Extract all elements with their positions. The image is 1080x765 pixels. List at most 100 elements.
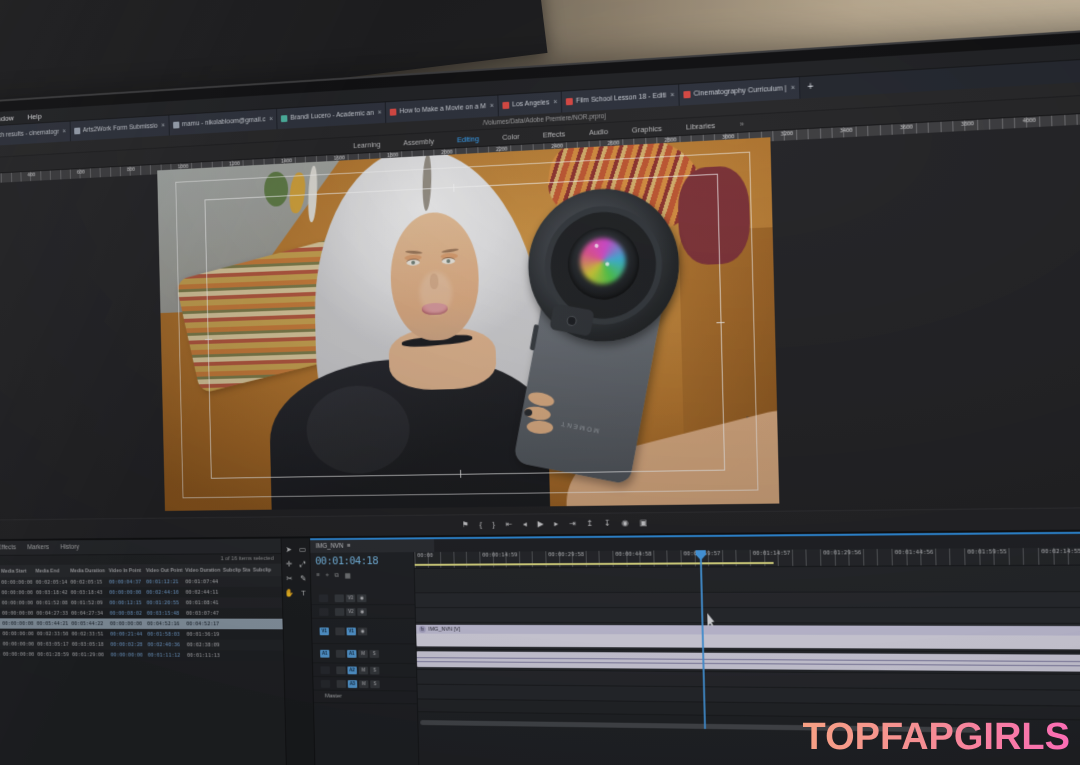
playhead-timecode[interactable]: 00:01:04:18 bbox=[315, 554, 378, 567]
tab-close-icon[interactable]: × bbox=[160, 122, 165, 129]
workspace-tab-libraries[interactable]: Libraries bbox=[686, 120, 715, 131]
tab-close-icon[interactable]: × bbox=[790, 85, 795, 92]
audio-clip[interactable] bbox=[417, 651, 1080, 672]
column-header[interactable]: Video In Point bbox=[106, 568, 143, 574]
solo-button[interactable]: S bbox=[369, 650, 379, 658]
transport-button[interactable]: ⇤ bbox=[506, 521, 513, 529]
transport-button[interactable]: } bbox=[492, 521, 495, 529]
transport-button[interactable]: ⚑ bbox=[462, 521, 469, 529]
timeline-icon[interactable]: ≡ bbox=[316, 572, 320, 580]
source-patch[interactable] bbox=[319, 608, 328, 616]
timeline-icon[interactable]: ▦ bbox=[344, 572, 350, 580]
tool-button[interactable]: ✂ bbox=[286, 575, 292, 583]
column-header[interactable]: Video Out Point bbox=[143, 568, 182, 574]
mute-button[interactable]: M bbox=[358, 650, 368, 658]
eye-icon[interactable]: ◉ bbox=[357, 594, 367, 602]
source-patch[interactable] bbox=[321, 679, 330, 687]
tool-button[interactable]: ⤢ bbox=[300, 561, 306, 569]
workspace-tab-audio[interactable]: Audio bbox=[589, 126, 608, 136]
menu-item-window[interactable]: Window bbox=[0, 113, 14, 123]
track-v3[interactable] bbox=[415, 592, 1080, 608]
workspace-tab-color[interactable]: Color bbox=[502, 131, 520, 141]
lock-icon[interactable] bbox=[335, 594, 344, 602]
workspace-tab-editing[interactable]: Editing bbox=[457, 134, 479, 144]
solo-button[interactable]: S bbox=[370, 666, 380, 674]
tool-button[interactable]: ✛ bbox=[286, 561, 292, 569]
table-row[interactable]: 59.94 fps00:00:00:0000:05:44:2100:05:44:… bbox=[0, 618, 283, 629]
browser-tab[interactable]: Los Angeles× bbox=[498, 92, 562, 117]
menu-item-help[interactable]: Help bbox=[27, 112, 41, 121]
track-target[interactable]: A1 bbox=[347, 649, 357, 657]
tool-button[interactable]: ✋ bbox=[285, 590, 294, 598]
mute-button[interactable]: M bbox=[359, 680, 369, 688]
tab-close-icon[interactable]: × bbox=[489, 103, 494, 110]
tool-button[interactable]: T bbox=[301, 590, 306, 598]
source-patch[interactable] bbox=[319, 594, 328, 602]
transport-button[interactable]: ↥ bbox=[586, 520, 593, 528]
track-target[interactable]: V2 bbox=[346, 608, 356, 616]
table-row[interactable]: 59.94 fps00:00:00:0000:03:18:4200:03:18:… bbox=[0, 587, 282, 598]
track-header-a3[interactable]: A3MS bbox=[313, 677, 416, 692]
track-v1[interactable]: fx IMG_NVN [V] bbox=[416, 623, 1080, 654]
column-header[interactable]: Subclip End bbox=[250, 567, 272, 573]
timeline-icon[interactable]: ⧉ bbox=[334, 572, 339, 580]
timeline-icon[interactable]: ⌖ bbox=[325, 572, 329, 580]
track-header-a1[interactable]: A1A1MS bbox=[313, 644, 416, 664]
sequence-tab[interactable]: IMG_NVN ≡ bbox=[310, 539, 434, 553]
tool-button[interactable]: ➤ bbox=[285, 546, 291, 554]
track-header-v2[interactable]: V2◉ bbox=[312, 605, 415, 619]
tab-close-icon[interactable]: × bbox=[62, 128, 67, 135]
transport-button[interactable]: ⇥ bbox=[569, 520, 576, 528]
tab-close-icon[interactable]: × bbox=[377, 109, 382, 116]
track-header-v1[interactable]: V1V1◉ bbox=[312, 619, 416, 645]
tab-close-icon[interactable]: × bbox=[552, 99, 557, 106]
column-header[interactable]: Subclip Start bbox=[220, 567, 250, 573]
track-v2[interactable] bbox=[416, 608, 1080, 624]
workspace-tab-effects[interactable]: Effects bbox=[543, 129, 566, 139]
tab-close-icon[interactable]: × bbox=[268, 116, 273, 123]
solo-button[interactable]: S bbox=[370, 680, 380, 688]
column-header[interactable]: Video Duration bbox=[182, 567, 220, 573]
table-row[interactable]: 59.94 fps00:00:00:0000:01:52:0800:01:52:… bbox=[0, 597, 282, 608]
eye-icon[interactable]: ◉ bbox=[358, 627, 368, 635]
new-tab-button[interactable]: + bbox=[800, 76, 821, 99]
source-patch[interactable]: A1 bbox=[320, 649, 329, 657]
master-track-header[interactable]: Master bbox=[314, 691, 417, 705]
table-row[interactable]: 59.94 fps00:00:00:0000:02:05:1400:02:05:… bbox=[0, 576, 282, 587]
track-target[interactable]: V3 bbox=[346, 594, 356, 602]
workspace-tab-graphics[interactable]: Graphics bbox=[632, 123, 662, 134]
work-area-bar[interactable] bbox=[415, 562, 774, 566]
panel-menu-icon[interactable]: ≡ bbox=[347, 543, 351, 550]
eye-icon[interactable]: ◉ bbox=[357, 608, 367, 616]
transport-button[interactable]: ▣ bbox=[639, 519, 647, 527]
track-target[interactable]: A2 bbox=[347, 666, 357, 674]
workspace-tab-assembly[interactable]: Assembly bbox=[403, 136, 434, 147]
transport-button[interactable]: ◉ bbox=[621, 519, 628, 527]
panel-tab-history[interactable]: History bbox=[60, 544, 79, 551]
mute-button[interactable]: M bbox=[359, 666, 369, 674]
panel-tab-markers[interactable]: Markers bbox=[27, 544, 49, 551]
workspace-overflow-icon[interactable]: » bbox=[740, 119, 744, 128]
lock-icon[interactable] bbox=[337, 680, 346, 688]
lock-icon[interactable] bbox=[336, 649, 345, 657]
column-header[interactable]: Media Duration bbox=[68, 568, 107, 574]
tab-close-icon[interactable]: × bbox=[669, 92, 674, 99]
transport-button[interactable]: ◂ bbox=[523, 521, 527, 529]
workspace-tab-learning[interactable]: Learning bbox=[353, 139, 381, 149]
transport-button[interactable]: ↧ bbox=[604, 520, 611, 528]
lock-icon[interactable] bbox=[336, 666, 345, 674]
tool-button[interactable]: ▭ bbox=[299, 546, 306, 554]
panel-tab-effects[interactable]: Effects bbox=[0, 545, 16, 552]
table-row[interactable]: 59.94 fps00:00:00:0000:04:27:3300:04:27:… bbox=[0, 608, 282, 619]
transport-button[interactable]: ▶ bbox=[537, 520, 543, 528]
lock-icon[interactable] bbox=[335, 627, 344, 635]
video-clip[interactable]: fx IMG_NVN [V] bbox=[416, 625, 1080, 650]
track-header-v3[interactable]: V3◉ bbox=[311, 591, 414, 605]
column-header[interactable]: Media Start bbox=[0, 568, 33, 574]
column-header[interactable]: Media End bbox=[33, 568, 68, 574]
source-patch[interactable] bbox=[320, 666, 329, 674]
transport-button[interactable]: { bbox=[479, 521, 482, 529]
lock-icon[interactable] bbox=[335, 608, 344, 616]
table-row[interactable]: 59.94 fps00:00:00:0000:01:28:5900:01:29:… bbox=[0, 649, 283, 661]
source-patch[interactable]: V1 bbox=[320, 627, 329, 635]
